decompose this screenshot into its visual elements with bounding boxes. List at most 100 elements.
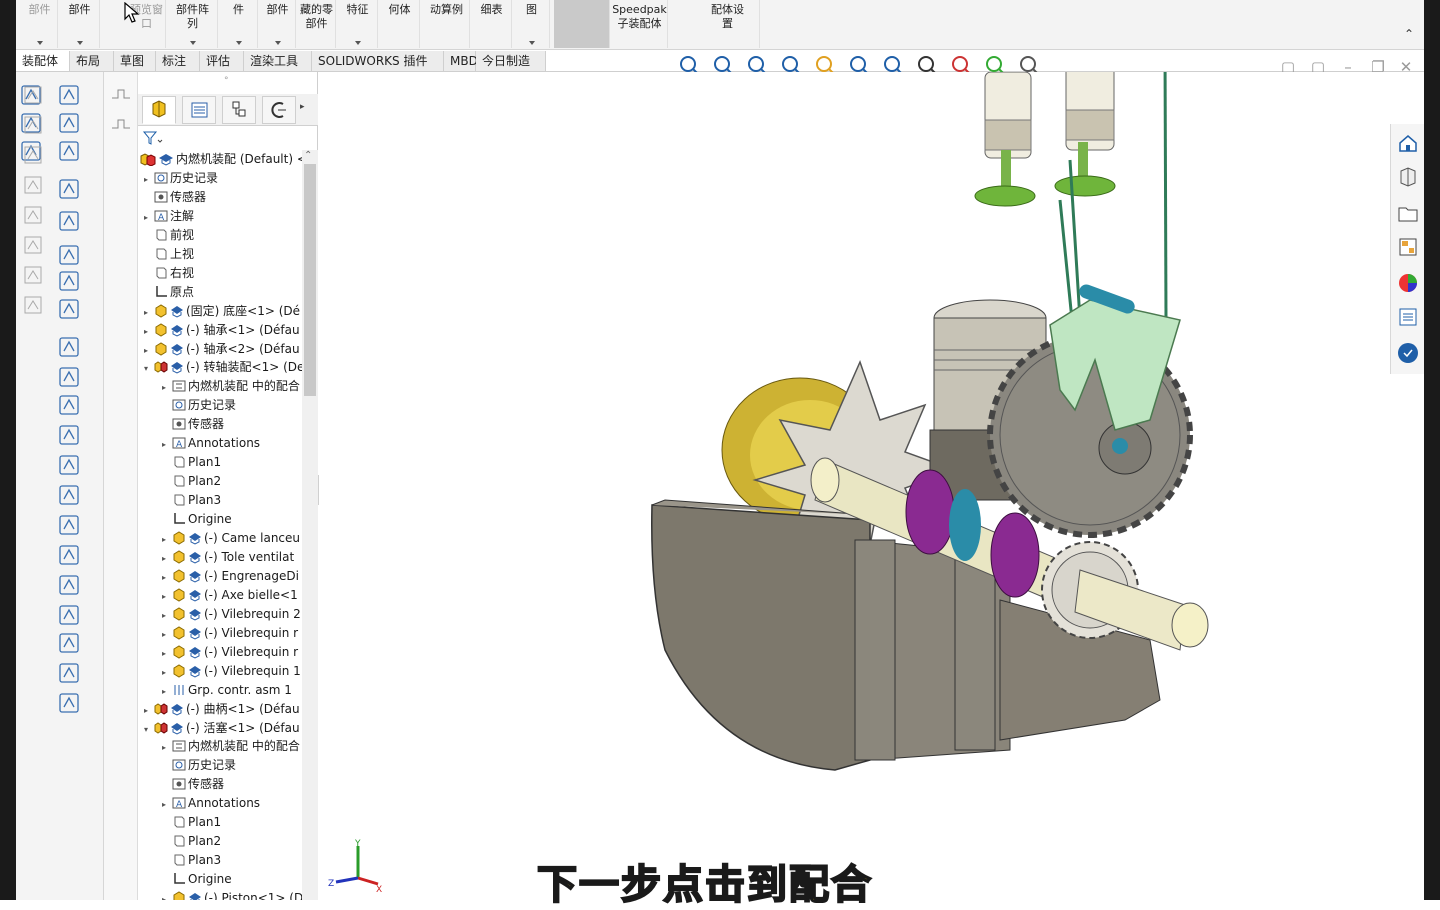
- ribbon-button-10[interactable]: 细表: [472, 0, 512, 48]
- datum-target-icon[interactable]: [56, 452, 82, 478]
- tree-node[interactable]: ▸ (-) Piston<1> (D: [162, 889, 303, 900]
- expand-arrow-icon[interactable]: ▸: [162, 568, 172, 587]
- tree-node[interactable]: 原点: [144, 283, 194, 302]
- tab-1[interactable]: 布局: [70, 51, 114, 71]
- expand-arrow-icon[interactable]: ▸: [162, 549, 172, 568]
- tree-node[interactable]: ▸ (-) 轴承<2> (Défau: [144, 340, 300, 359]
- tree-node[interactable]: 历史记录: [162, 756, 236, 775]
- center-mark-icon[interactable]: [56, 630, 82, 656]
- tree-node[interactable]: ▸ (-) Came lanceu: [162, 529, 300, 548]
- revision-table-icon[interactable]: [56, 660, 82, 686]
- tabs-scroll-right-icon[interactable]: ▸: [300, 102, 305, 112]
- tree-node[interactable]: ▸ (-) Vilebrequin 1: [162, 662, 301, 681]
- ribbon-button-9[interactable]: 动算例: [424, 0, 470, 48]
- expand-arrow-icon[interactable]: ▾: [144, 720, 154, 739]
- solidworks-forum-icon[interactable]: [1395, 340, 1421, 366]
- tab-6[interactable]: SOLIDWORKS 插件: [312, 51, 444, 71]
- tree-node[interactable]: ▸ (-) EngrenageDi: [162, 567, 299, 586]
- tree-node[interactable]: ▸ (-) Vilebrequin 2: [162, 605, 301, 624]
- tree-node[interactable]: 历史记录: [162, 396, 236, 415]
- dim-note-icon[interactable]: [20, 202, 46, 228]
- expand-arrow-icon[interactable]: ▸: [162, 587, 172, 606]
- tree-node[interactable]: ▾ (-) 转轴装配<1> (De: [144, 358, 304, 377]
- expand-arrow-icon[interactable]: ▸: [144, 303, 154, 322]
- tree-node[interactable]: Origine: [162, 510, 232, 529]
- ribbon-button-selected[interactable]: [554, 0, 610, 48]
- custom-properties-icon[interactable]: [1395, 304, 1421, 330]
- tree-node[interactable]: Plan3: [162, 851, 221, 870]
- tree-node[interactable]: Plan3: [162, 491, 221, 510]
- dim-pattern-icon[interactable]: [20, 292, 46, 318]
- text-icon[interactable]: [56, 82, 82, 108]
- expand-arrow-icon[interactable]: ▸: [162, 435, 172, 454]
- dim-format-icon[interactable]: [20, 112, 46, 138]
- tree-node[interactable]: Plan2: [162, 832, 221, 851]
- ribbon-button-11[interactable]: 图: [514, 0, 550, 48]
- file-explorer-icon[interactable]: [1395, 200, 1421, 226]
- ribbon-button-8[interactable]: 何体: [380, 0, 420, 48]
- format-painter-icon[interactable]: [56, 208, 82, 234]
- graphics-viewport[interactable]: [319, 72, 1424, 900]
- dim-text-icon[interactable]: [20, 82, 46, 108]
- expand-arrow-icon[interactable]: ▸: [162, 682, 172, 701]
- geometric-tolerance-icon[interactable]: [56, 512, 82, 538]
- ribbon-button-12[interactable]: Speedpak 子装配体: [612, 0, 668, 48]
- expand-arrow-icon[interactable]: ▸: [162, 644, 172, 663]
- expand-arrow-icon[interactable]: ▸: [162, 795, 172, 814]
- tree-node[interactable]: Plan1: [162, 453, 221, 472]
- tree-node[interactable]: ▸ (-) Vilebrequin r: [162, 624, 298, 643]
- datum-icon[interactable]: [56, 422, 82, 448]
- tree-node[interactable]: ▸ (-) Tole ventilat: [162, 548, 294, 567]
- tab-dimxpert-manager[interactable]: [262, 96, 296, 124]
- expand-arrow-icon[interactable]: ▸: [144, 208, 154, 227]
- dim-stack-icon[interactable]: [20, 262, 46, 288]
- tree-node[interactable]: ▸ 历史记录: [144, 169, 218, 188]
- home-icon[interactable]: [1395, 130, 1421, 156]
- tree-node[interactable]: ▸ 内燃机装配 中的配合: [162, 377, 300, 396]
- tree-node[interactable]: ▸ A Annotations: [162, 434, 260, 453]
- expand-arrow-icon[interactable]: ▸: [162, 625, 172, 644]
- tree-node[interactable]: ▸ (-) Vilebrequin r: [162, 643, 298, 662]
- sketch-step-icon[interactable]: [108, 110, 134, 136]
- tree-node[interactable]: 传感器: [144, 188, 206, 207]
- appearances-icon[interactable]: [1395, 270, 1421, 296]
- note-icon[interactable]: [56, 110, 82, 136]
- dropdown-caret-icon[interactable]: [274, 41, 281, 45]
- dim-dimension-icon[interactable]: [20, 142, 46, 168]
- tab-4[interactable]: 评估: [200, 51, 244, 71]
- spell-check-icon[interactable]: [56, 176, 82, 202]
- expand-arrow-icon[interactable]: ▸: [162, 606, 172, 625]
- scrollbar-thumb[interactable]: [304, 164, 316, 396]
- view-palette-icon[interactable]: [1395, 234, 1421, 260]
- dropdown-caret-icon[interactable]: [235, 41, 242, 45]
- tree-node[interactable]: 传感器: [162, 775, 224, 794]
- tree-node[interactable]: ▸ A Annotations: [162, 794, 260, 813]
- auto-balloon-icon[interactable]: [56, 334, 82, 360]
- tree-node[interactable]: 上视: [144, 245, 194, 264]
- expand-arrow-icon[interactable]: ▸: [162, 378, 172, 397]
- expand-arrow-icon[interactable]: ▸: [144, 341, 154, 360]
- dim-table-icon[interactable]: [20, 232, 46, 258]
- tree-node[interactable]: ▸ (固定) 底座<1> (Dé: [144, 302, 300, 321]
- expand-arrow-icon[interactable]: ▾: [144, 359, 154, 378]
- smart-dimension-icon[interactable]: [56, 138, 82, 164]
- block-icon[interactable]: [56, 602, 82, 628]
- filter-icon[interactable]: [142, 130, 172, 148]
- tab-5[interactable]: 渲染工具: [244, 51, 312, 71]
- dropdown-caret-icon[interactable]: [36, 41, 43, 45]
- expand-arrow-icon[interactable]: ▸: [162, 663, 172, 682]
- tree-node[interactable]: 右视: [144, 264, 194, 283]
- dim-style-icon[interactable]: [20, 172, 46, 198]
- tree-node[interactable]: ▸ Grp. contr. asm 1: [162, 681, 292, 700]
- tab-property-manager[interactable]: [182, 96, 216, 124]
- dropdown-caret-icon[interactable]: [354, 41, 361, 45]
- ribbon-button-13[interactable]: 配体设 置: [696, 0, 760, 48]
- tree-node[interactable]: Origine: [162, 870, 232, 889]
- tree-node[interactable]: ▸ 内燃机装配 中的配合: [162, 737, 300, 756]
- tree-node[interactable]: ▸ (-) 曲柄<1> (Défau: [144, 700, 300, 719]
- dropdown-caret-icon[interactable]: [528, 41, 535, 45]
- ribbon-button-0[interactable]: 部件: [22, 0, 58, 48]
- tree-node[interactable]: ▾ (-) 活塞<1> (Défau: [144, 719, 300, 738]
- tab-7[interactable]: MBD: [444, 51, 478, 71]
- tree-node[interactable]: ▸ (-) 轴承<1> (Défau: [144, 321, 300, 340]
